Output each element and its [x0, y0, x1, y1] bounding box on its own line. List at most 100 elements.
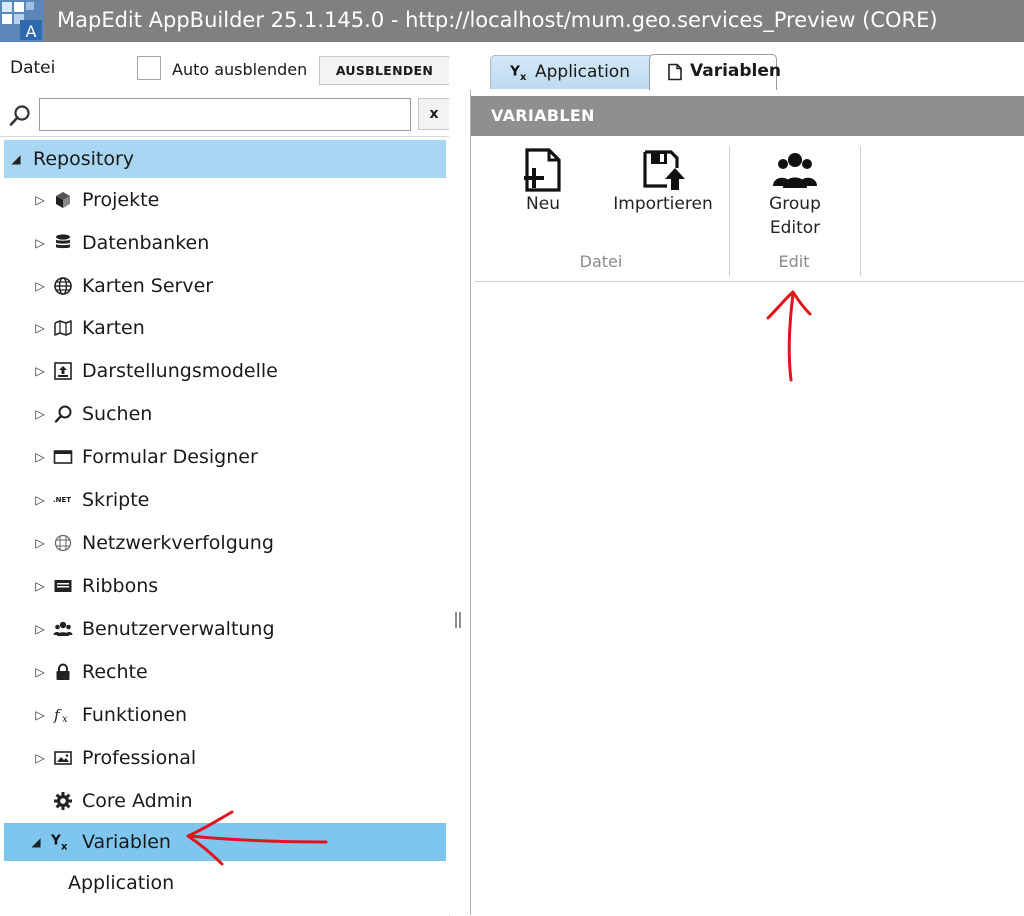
tree-item-variablen[interactable]: ◢ Y x Variablen: [4, 823, 446, 861]
repository-tree: ◢ Repository ▷ Projekte ▷ Datenbanken ▷ …: [0, 136, 450, 916]
form-window-icon: [53, 450, 73, 464]
tree-item-benutzerverwaltung[interactable]: ▷ Benutzerverwaltung: [4, 610, 446, 648]
globe-icon: [54, 277, 72, 295]
expand-icon[interactable]: ▷: [32, 610, 48, 648]
tab-application[interactable]: Y x Application: [490, 55, 670, 89]
ribbon-icon: [54, 580, 72, 592]
tree-item-label: Darstellungsmodelle: [82, 360, 278, 382]
group-separator: [860, 146, 861, 276]
function-icon: f x: [53, 706, 68, 725]
expand-icon[interactable]: ▷: [32, 481, 48, 519]
tree-item-label: Karten: [82, 317, 145, 339]
tab-label: Application: [535, 62, 630, 82]
import-button[interactable]: Importieren: [613, 148, 713, 216]
expand-icon[interactable]: ▷: [32, 224, 48, 262]
tree-item-label: Benutzerverwaltung: [82, 618, 275, 640]
expand-icon[interactable]: ▷: [32, 739, 48, 777]
tree-item-core-admin[interactable]: Core Admin: [4, 782, 446, 820]
ribbon-group-label-edit: Edit: [778, 252, 810, 271]
search-icon: [9, 105, 30, 126]
panel-splitter[interactable]: [449, 42, 469, 915]
svg-text:x: x: [62, 714, 68, 725]
datei-label: Datei: [10, 58, 56, 78]
expand-icon[interactable]: ▷: [32, 309, 48, 347]
ribbon: Neu Importieren Group Editor Datei Edit: [475, 138, 1024, 282]
gear-icon: [54, 792, 72, 810]
expand-icon[interactable]: ▷: [32, 567, 48, 605]
new-file-icon: [524, 148, 561, 192]
auto-hide-checkbox[interactable]: [137, 56, 161, 80]
tree-item-professional[interactable]: ▷ Professional: [4, 739, 446, 777]
tree-item-application[interactable]: Application: [4, 864, 446, 902]
search-icon: [54, 405, 72, 423]
lock-icon: [56, 663, 70, 680]
tree-item-label: Projekte: [82, 189, 160, 211]
clear-search-button[interactable]: x: [418, 98, 450, 130]
collapse-icon[interactable]: ◢: [8, 140, 24, 178]
splitter-grip-icon[interactable]: [453, 610, 463, 630]
new-button[interactable]: Neu: [505, 148, 581, 216]
tree-item-funktionen[interactable]: ▷ f x Funktionen: [4, 696, 446, 734]
tree-item-rechte[interactable]: ▷ Rechte: [4, 653, 446, 691]
tree-item-karten[interactable]: ▷ Karten: [4, 309, 446, 347]
search-input[interactable]: [39, 98, 411, 131]
hide-button[interactable]: AUSBLENDEN: [319, 56, 450, 85]
map-icon: [54, 320, 72, 336]
collapse-icon[interactable]: ◢: [28, 823, 44, 861]
title-bar: A MapEdit AppBuilder 25.1.145.0 - http:/…: [0, 0, 1024, 42]
document-tabs: Y x Application Variablen: [470, 42, 1024, 91]
image-icon: [54, 751, 72, 765]
group-editor-button[interactable]: Group Editor: [751, 148, 839, 240]
tree-item-datenbanken[interactable]: ▷ Datenbanken: [4, 224, 446, 262]
expand-icon[interactable]: ▷: [32, 352, 48, 390]
tree-item-karten-server[interactable]: ▷ Karten Server: [4, 267, 446, 305]
tree-item-formular-designer[interactable]: ▷ Formular Designer: [4, 438, 446, 476]
tree-item-label: Datenbanken: [82, 232, 210, 254]
expand-icon[interactable]: ▷: [32, 653, 48, 691]
app-logo-icon: A: [0, 0, 44, 42]
tree-item-label: Skripte: [82, 489, 150, 511]
import-button-label: Importieren: [613, 194, 713, 214]
expand-icon[interactable]: ▷: [32, 524, 48, 562]
style-model-icon: [54, 362, 72, 380]
dotnet-icon: .NET: [53, 496, 72, 504]
variablen-panel: VARIABLEN Neu Importieren Group Editor D…: [470, 90, 1024, 915]
repository-panel: Datei Auto ausblenden AUSBLENDEN x ◢ Rep…: [0, 42, 450, 916]
svg-text:f: f: [53, 706, 62, 724]
tree-item-label: Variablen: [82, 831, 171, 853]
expand-icon[interactable]: ▷: [32, 181, 48, 219]
users-icon: [53, 621, 73, 636]
window-title: MapEdit AppBuilder 25.1.145.0 - http://l…: [57, 8, 938, 32]
group-users-icon: [773, 153, 817, 188]
tree-item-netzwerkverfolgung[interactable]: ▷ Netzwerkverfolgung: [4, 524, 446, 562]
tree-item-darstellungsmodelle[interactable]: ▷ Darstellungsmodelle: [4, 352, 446, 390]
expand-icon[interactable]: ▷: [32, 395, 48, 433]
tree-item-repository[interactable]: ◢ Repository: [4, 140, 446, 178]
tree-item-label: Repository: [33, 148, 135, 170]
tree-item-ribbons[interactable]: ▷ Ribbons: [4, 567, 446, 605]
group-separator: [729, 146, 730, 276]
variable-icon: Y x: [509, 64, 527, 82]
tree-item-label: Application: [68, 872, 175, 894]
tree-item-label: Netzwerkverfolgung: [82, 532, 274, 554]
database-icon: [56, 234, 70, 249]
tree-item-suchen[interactable]: ▷ Suchen: [4, 395, 446, 433]
tab-variablen[interactable]: Variablen: [649, 54, 781, 91]
group-editor-label-line1: Group: [769, 194, 821, 214]
tree-item-label: Formular Designer: [82, 446, 258, 468]
tree-item-label: Core Admin: [82, 790, 193, 812]
cube-icon: [56, 192, 70, 208]
tree-item-label: Rechte: [82, 661, 148, 683]
tab-label: Variablen: [690, 61, 782, 81]
expand-icon[interactable]: ▷: [32, 696, 48, 734]
panel-header: VARIABLEN: [471, 96, 1024, 136]
expand-icon[interactable]: ▷: [32, 267, 48, 305]
tree-item-skripte[interactable]: ▷ .NET Skripte: [4, 481, 446, 519]
new-button-label: Neu: [526, 194, 560, 214]
svg-text:A: A: [26, 22, 37, 41]
tree-item-label: Professional: [82, 747, 197, 769]
expand-icon[interactable]: ▷: [32, 438, 48, 476]
svg-text:x: x: [61, 841, 68, 852]
network-grid-icon: [54, 534, 72, 552]
tree-item-projekte[interactable]: ▷ Projekte: [4, 181, 446, 219]
